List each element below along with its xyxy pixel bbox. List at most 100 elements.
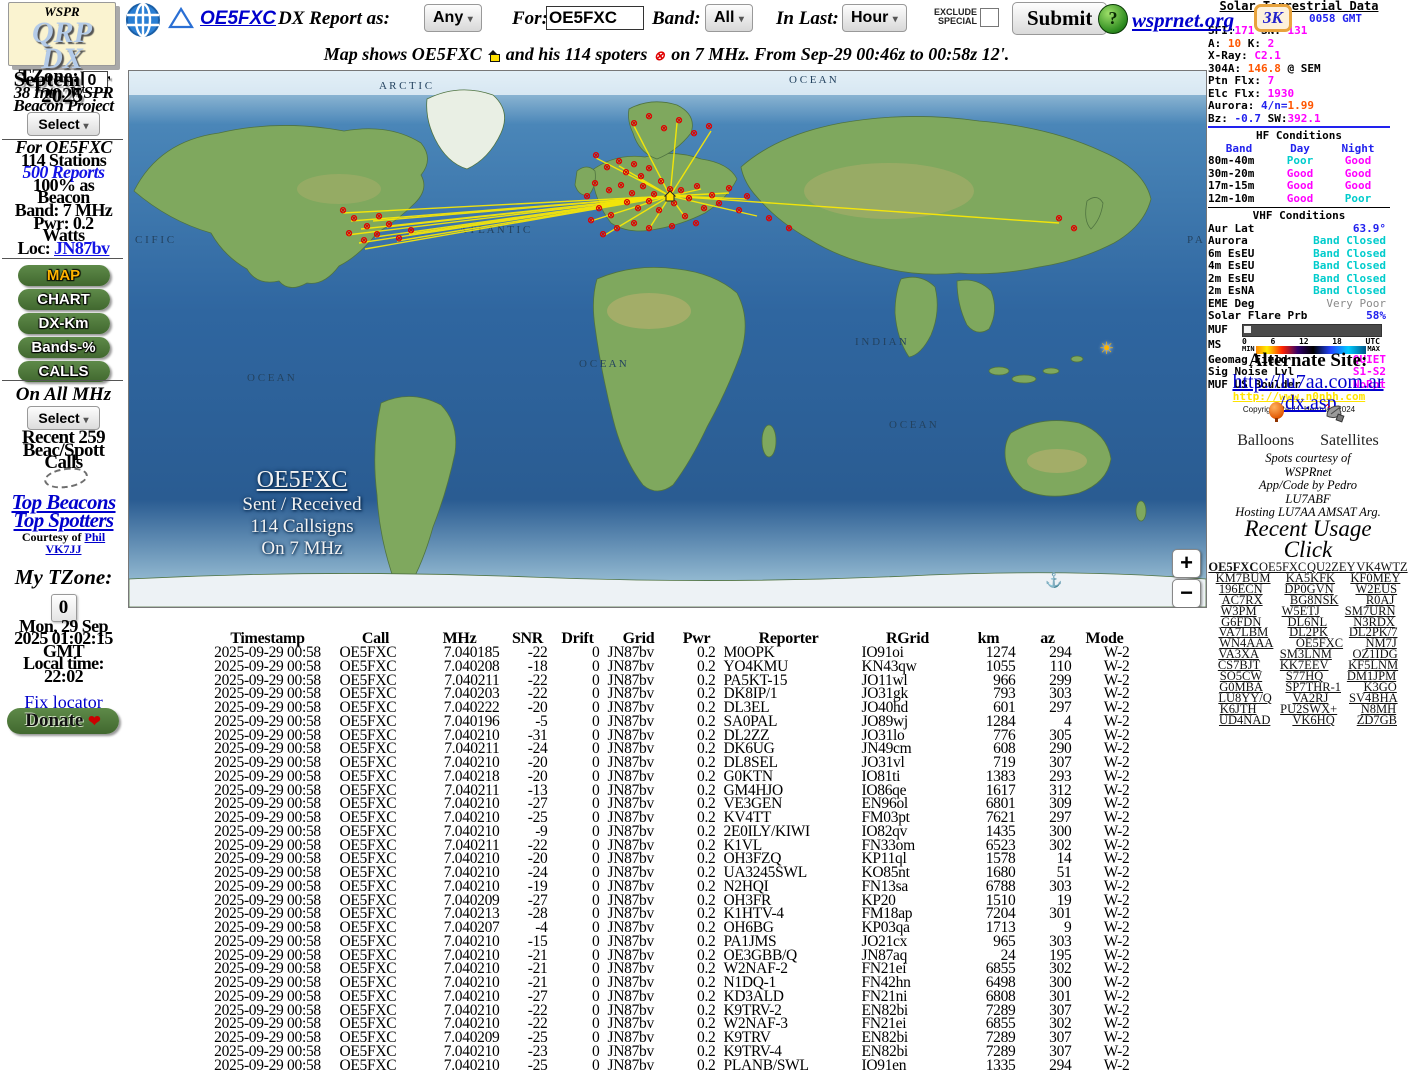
- muf-bar-row: MUF: [1208, 324, 1390, 337]
- svg-text:⊗: ⊗: [675, 115, 683, 125]
- header-call-link[interactable]: OE5FXC: [200, 8, 276, 30]
- island: [1071, 356, 1083, 362]
- project-title: 38 Intn. WSPR Beacon Project: [0, 86, 127, 112]
- svg-text:⊗: ⊗: [605, 185, 613, 195]
- nav-button-dx-km[interactable]: DX-Km: [18, 313, 110, 334]
- usage-callsign-link[interactable]: ZD7GB: [1357, 715, 1397, 726]
- in-last-dropdown[interactable]: Hour ▾: [842, 4, 907, 32]
- nav-button-map[interactable]: MAP: [18, 265, 110, 286]
- svg-text:⊗: ⊗: [615, 156, 623, 166]
- svg-text:⊗: ⊗: [1070, 223, 1078, 233]
- svg-text:⊗: ⊗: [583, 191, 591, 201]
- svg-text:⊗: ⊗: [637, 171, 645, 181]
- svg-text:⊗: ⊗: [677, 185, 685, 195]
- svg-text:⊗: ⊗: [634, 203, 642, 213]
- hf-row: 17m-15mGoodGood: [1208, 180, 1390, 193]
- svg-text:⊗: ⊗: [363, 221, 371, 231]
- table-row: 2025-09-29 00:58OE5FXC7.040210-250JN87bv…: [200, 1059, 1134, 1073]
- zoom-out-button[interactable]: −: [1172, 579, 1201, 608]
- world-map[interactable]: A R C T I CO C E A NC I F I CA T L A N T…: [128, 70, 1207, 608]
- divider: [2, 258, 123, 259]
- in-last-label: In Last:: [776, 8, 839, 30]
- svg-text:⊗: ⊗: [668, 221, 676, 231]
- usage-callsign-link[interactable]: UD4NAD: [1219, 715, 1270, 726]
- report-as-dropdown[interactable]: Any ▾: [424, 4, 482, 32]
- wsprnet-link[interactable]: wsprnet.org: [1132, 8, 1234, 33]
- zoom-in-button[interactable]: +: [1172, 549, 1201, 578]
- recent-calls-label: Recent 259 Beac/Spott Calls: [0, 432, 127, 470]
- svg-text:⊗: ⊗: [592, 150, 600, 160]
- svg-text:⊗: ⊗: [639, 181, 647, 191]
- svg-text:⊗: ⊗: [360, 235, 368, 245]
- balloons-icon[interactable]: [1269, 402, 1285, 422]
- svg-text:O C E A N: O C E A N: [789, 74, 837, 86]
- locator-link[interactable]: JN87bv: [54, 238, 109, 258]
- island: [1012, 375, 1036, 383]
- for-label: For:: [512, 8, 548, 30]
- beacon-summary: For OE5FXC 114 Stations 500 Reports 100%…: [0, 141, 127, 254]
- globe-icon: [125, 2, 161, 43]
- svg-text:⊗: ⊗: [655, 205, 663, 215]
- help-icon[interactable]: ?: [1098, 4, 1128, 34]
- svg-text:⊗: ⊗: [373, 229, 381, 239]
- satellites-label: Satellites: [1320, 432, 1379, 450]
- svg-text:⊗: ⊗: [345, 228, 353, 238]
- svg-text:⊗: ⊗: [660, 123, 668, 133]
- on-all-mhz-label: On All MHz: [0, 384, 127, 406]
- new-zealand: [1136, 501, 1146, 521]
- svg-text:A R C T I C: A R C T I C: [379, 80, 432, 92]
- chevron-down-icon: ▾: [739, 14, 744, 25]
- select-button[interactable]: Select ▾: [27, 112, 99, 136]
- svg-text:⊗: ⊗: [591, 178, 599, 188]
- svg-text:⊗: ⊗: [735, 205, 743, 215]
- svg-text:P A: P A: [1187, 234, 1203, 246]
- exclude-special-label: EXCLUDESPECIAL: [934, 8, 977, 26]
- svg-text:I N D I A N: I N D I A N: [855, 336, 907, 348]
- svg-text:O C E A N: O C E A N: [247, 372, 295, 384]
- my-tzone: My TZone: 0: [0, 565, 127, 622]
- balloons-label: Balloons: [1237, 432, 1294, 450]
- icons-labels: Balloons Satellites: [1208, 432, 1408, 450]
- svg-text:⊗: ⊗: [587, 215, 595, 225]
- count-badge-3k[interactable]: 3K: [1254, 4, 1292, 32]
- nav-button-calls[interactable]: CALLS: [18, 361, 110, 382]
- beacon-house-icon: [488, 50, 499, 60]
- svg-text:⊗: ⊗: [705, 121, 713, 131]
- chevron-down-icon: ▾: [84, 415, 89, 426]
- svg-text:⊗: ⊗: [623, 197, 631, 207]
- submit-button[interactable]: Submit: [1012, 2, 1107, 35]
- svg-text:O C E A N: O C E A N: [889, 419, 937, 431]
- divider: [2, 380, 123, 381]
- vhf-row: 4m EsEUBand Closed: [1208, 260, 1390, 273]
- logo-box: WSPR QRP DX September 2025: [8, 2, 116, 66]
- svg-text:⊗: ⊗: [339, 205, 347, 215]
- svg-text:⊗: ⊗: [385, 219, 393, 229]
- svg-text:O C E A N: O C E A N: [579, 358, 627, 370]
- phil-link[interactable]: Phil: [84, 530, 105, 544]
- hf-conditions: HF Conditions Band Day Night 80m-40mPoor…: [1208, 130, 1390, 208]
- triangle-icon[interactable]: [168, 6, 194, 35]
- svg-text:⊗: ⊗: [645, 223, 653, 233]
- top-links: Top Beacons Top Spotters: [0, 494, 127, 529]
- top-spotters-link[interactable]: Top Spotters: [14, 508, 114, 532]
- band-dropdown[interactable]: All ▾: [705, 4, 753, 32]
- satellites-icon[interactable]: [1323, 402, 1347, 429]
- nav-button-bands-[interactable]: Bands-%: [18, 337, 110, 358]
- overlay-callsign: OE5FXC: [187, 467, 417, 494]
- sun-icon: ☀: [1099, 339, 1114, 359]
- svg-text:⊗: ⊗: [725, 183, 733, 193]
- right-panel: Solar-Terrestrial Data 0058 GMT SFI:171 …: [1208, 0, 1408, 1080]
- band-label: Band:: [652, 8, 701, 30]
- for-callsign-input[interactable]: [546, 6, 644, 30]
- svg-text:⊗: ⊗: [595, 203, 603, 213]
- hf-row: 12m-10mGoodPoor: [1208, 193, 1390, 206]
- nav-button-chart[interactable]: CHART: [18, 289, 110, 310]
- vk7jj-link[interactable]: VK7JJ: [46, 542, 82, 556]
- loc-label: Loc:: [18, 238, 51, 258]
- exclude-special-checkbox[interactable]: [980, 8, 999, 27]
- svg-text:⊗: ⊗: [1055, 213, 1063, 223]
- wspr-qrp-dx-page: WSPR QRP DX September 2025 TZone: 0 38 I…: [0, 0, 1408, 1080]
- nav-buttons: MAP CHART DX-Km Bands-% CALLS: [0, 262, 127, 385]
- usage-callsign-link[interactable]: VK6HQ: [1292, 715, 1334, 726]
- donate-button[interactable]: Donate ❤: [7, 708, 119, 734]
